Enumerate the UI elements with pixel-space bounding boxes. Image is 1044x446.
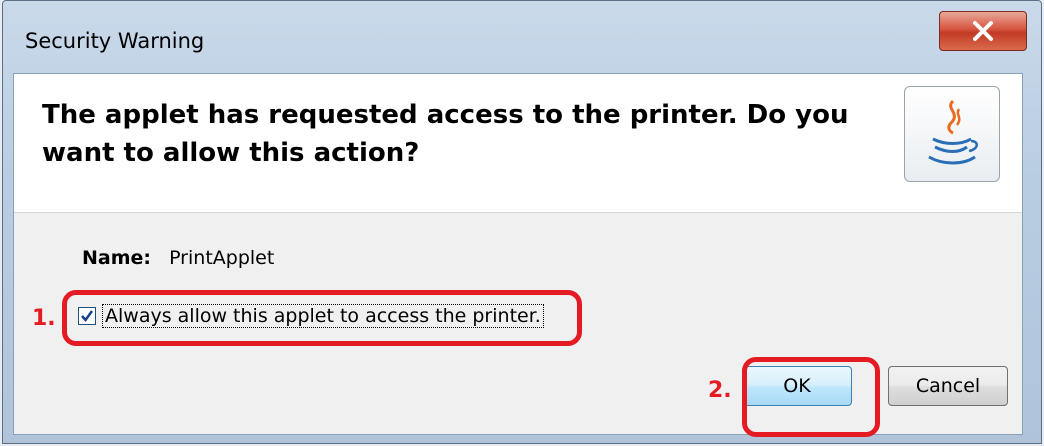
cancel-button[interactable]: Cancel	[888, 366, 1008, 406]
annotation-step-1: 1.	[32, 306, 56, 331]
security-warning-window: Security Warning The applet has requeste…	[2, 0, 1042, 444]
annotation-highlight-ok	[742, 357, 880, 437]
dialog-headline: The applet has requested access to the p…	[42, 100, 849, 168]
annotation-highlight-checkbox	[62, 290, 582, 346]
window-title: Security Warning	[25, 29, 205, 53]
title-bar[interactable]: Security Warning	[3, 1, 1041, 73]
name-label: Name:	[82, 247, 152, 269]
close-icon	[973, 21, 993, 41]
java-coffee-icon	[904, 86, 1000, 182]
annotation-step-2: 2.	[708, 378, 732, 403]
applet-name-value: PrintApplet	[169, 247, 275, 269]
applet-name-row: Name: PrintApplet	[82, 247, 274, 269]
dialog-header: The applet has requested access to the p…	[14, 74, 1022, 213]
close-button[interactable]	[939, 11, 1027, 51]
